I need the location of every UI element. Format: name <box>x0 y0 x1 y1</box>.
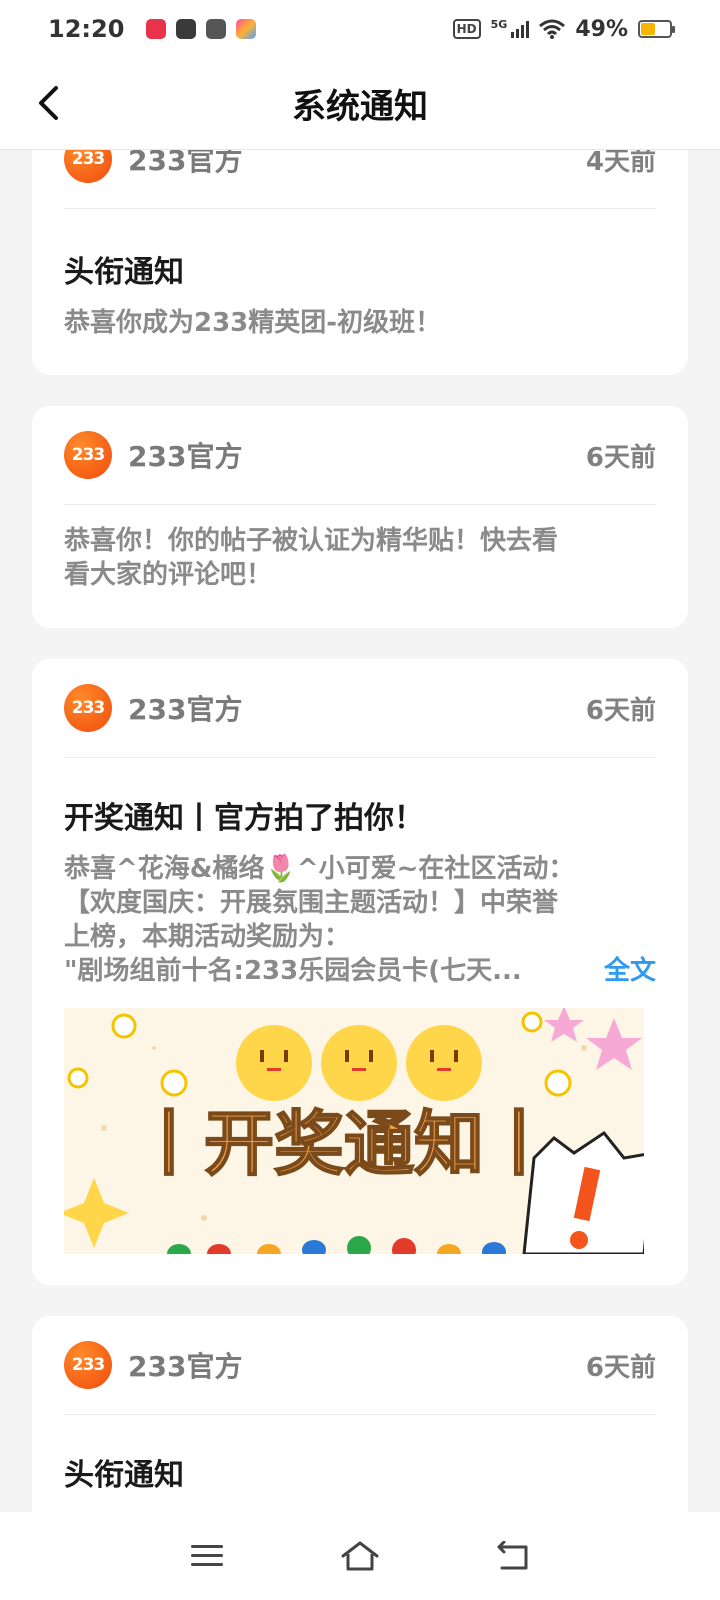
battery-icon <box>638 20 675 38</box>
notification-time: 6天前 <box>585 1352 656 1383</box>
signal-icon <box>511 20 530 38</box>
hd-icon: HD <box>452 19 481 39</box>
status-time: 12:20 <box>48 15 125 43</box>
notification-card[interactable]: 233 233官方 6天前 恭喜你！你的帖子被认证为精华贴！快去看 看大家的评论… <box>32 406 688 628</box>
home-button[interactable] <box>335 1531 385 1581</box>
notification-card[interactable]: 233 233官方 6天前 头衔通知 <box>32 1316 688 1512</box>
sender-name: 233官方 <box>128 440 243 473</box>
lottery-banner-graphic: 丨开奖通知丨 <box>64 1008 644 1254</box>
sender-avatar: 233 <box>64 1341 112 1389</box>
notification-icons <box>146 19 257 39</box>
body-line: 恭喜^花海&橘络🌷^小可爱~在社区活动： <box>64 854 575 884</box>
full-text-link[interactable]: 全文 <box>604 954 656 988</box>
notification-body: 恭喜你！你的帖子被认证为精华贴！快去看 看大家的评论吧！ <box>64 524 656 592</box>
notification-title: 头衔通知 <box>64 255 184 290</box>
card-header: 233 233官方 6天前 <box>64 659 656 758</box>
status-bar: 12:20 HD 5G 49% <box>0 0 720 58</box>
card-header: 233 233官方 4天前 <box>64 150 656 209</box>
body-line: 上榜，本期活动奖励为： <box>64 922 351 952</box>
notification-list[interactable]: 233 233官方 4天前 头衔通知 恭喜你成为233精英团-初级班！ 233 … <box>0 150 720 1512</box>
notification-time: 6天前 <box>585 442 656 473</box>
return-icon <box>497 1541 528 1570</box>
wifi-icon <box>539 19 566 39</box>
notification-body: 恭喜你成为233精英团-初级班！ <box>64 308 442 338</box>
notification-card[interactable]: 233 233官方 6天前 开奖通知丨官方拍了拍你！ 恭喜^花海&橘络🌷^小可爱… <box>32 659 688 1285</box>
app-notification-icon <box>236 19 257 39</box>
menu-button[interactable] <box>182 1531 232 1581</box>
sender-name: 233官方 <box>128 150 243 177</box>
body-line: 恭喜你！你的帖子被认证为精华贴！快去看 <box>64 526 559 556</box>
card-header: 233 233官方 6天前 <box>64 1316 656 1415</box>
sender-avatar: 233 <box>64 684 112 732</box>
sender-name: 233官方 <box>128 1350 243 1383</box>
battery-fill <box>641 23 655 35</box>
body-line: 【欢度国庆：开展氛围主题活动！】中荣誉 <box>64 888 559 918</box>
chevron-left-icon <box>39 86 58 120</box>
back-button[interactable] <box>30 80 66 126</box>
network-type: 5G <box>490 17 508 31</box>
notification-card[interactable]: 233 233官方 4天前 头衔通知 恭喜你成为233精英团-初级班！ <box>32 150 688 375</box>
body-line: 看大家的评论吧！ <box>64 560 273 590</box>
notification-body: 恭喜^花海&橘络🌷^小可爱~在社区活动： 【欢度国庆：开展氛围主题活动！】中荣誉… <box>64 852 656 988</box>
notification-title: 头衔通知 <box>64 1458 184 1493</box>
body-line: "剧场组前十名:233乐园会员卡(七天... <box>64 956 522 986</box>
page-title: 系统通知 <box>292 87 428 127</box>
notification-time: 4天前 <box>585 150 656 177</box>
app-notification-icon <box>206 19 227 39</box>
sender-name: 233官方 <box>128 693 243 726</box>
menu-icon <box>190 1545 223 1566</box>
notification-title: 开奖通知丨官方拍了拍你！ <box>64 801 424 836</box>
mail-notification-icon <box>176 19 197 39</box>
banner-title: 丨开奖通知丨 <box>134 1103 554 1185</box>
sender-avatar: 233 <box>64 431 112 479</box>
app-header: 系统通知 <box>0 58 720 150</box>
sender-avatar: 233 <box>64 150 112 183</box>
card-header: 233 233官方 6天前 <box>64 406 656 505</box>
system-nav-bar <box>0 1512 720 1600</box>
notification-time: 6天前 <box>585 695 656 726</box>
home-icon <box>341 1541 379 1571</box>
battery-percent: 49% <box>575 16 628 42</box>
back-nav-button[interactable] <box>488 1531 538 1581</box>
notification-banner-image[interactable]: 丨开奖通知丨 <box>64 1008 644 1254</box>
app-notification-icon <box>146 19 167 39</box>
